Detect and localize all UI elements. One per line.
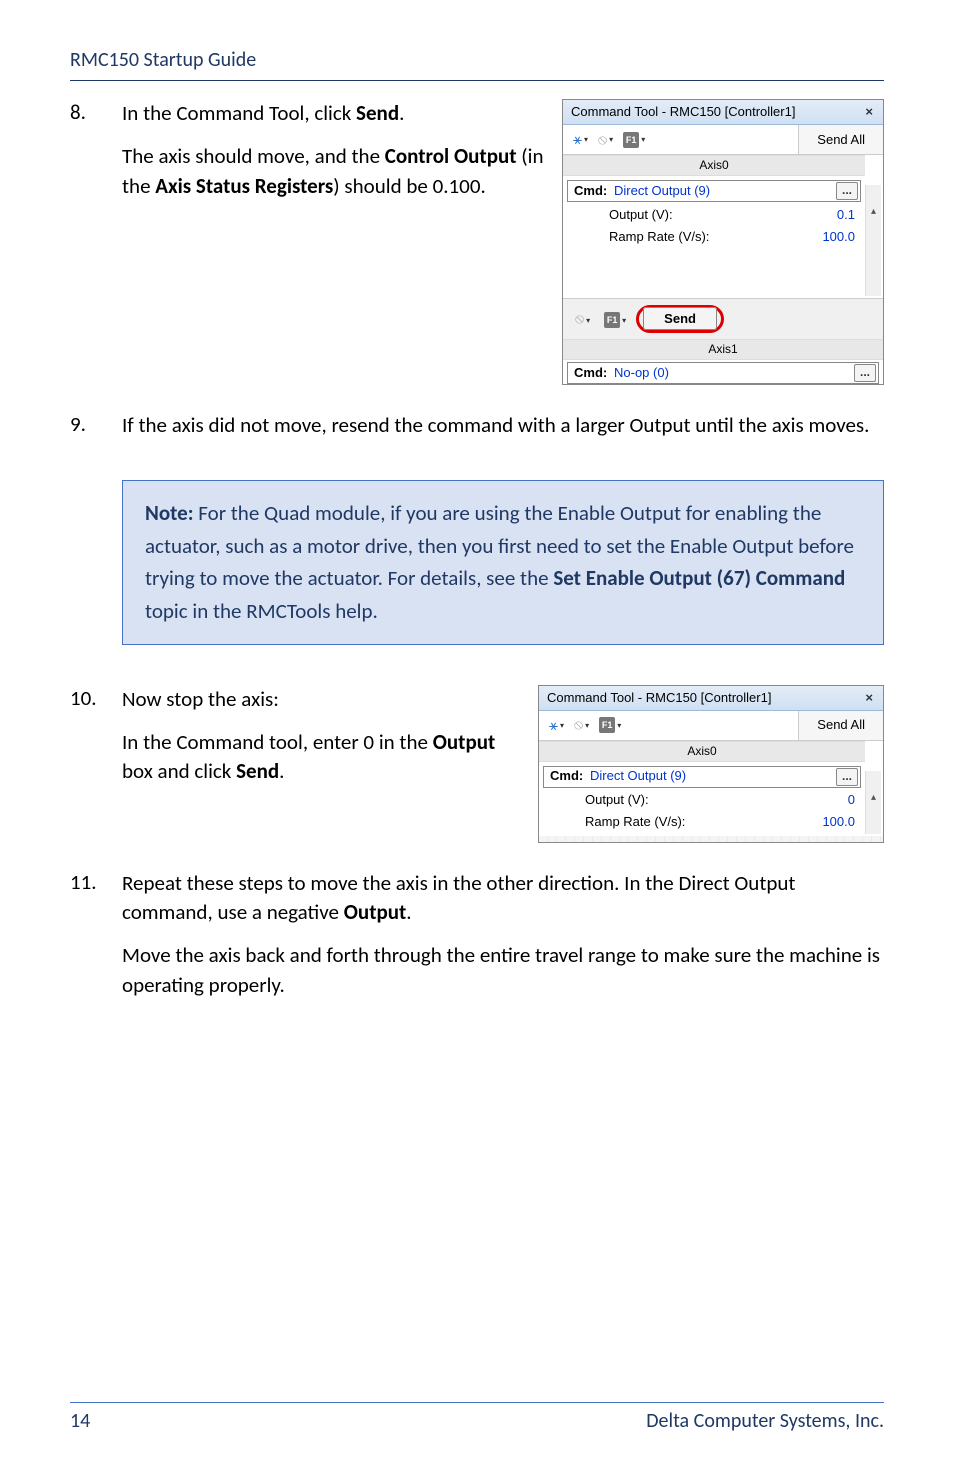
company-name: Delta Computer Systems, Inc. <box>646 1409 884 1433</box>
fkey-icon[interactable]: F1▾ <box>619 130 649 150</box>
step-8-line-2: The axis should move, and the Control Ou… <box>122 142 544 201</box>
step-number: 8. <box>70 99 122 385</box>
send-all-button[interactable]: Send All <box>798 711 883 740</box>
torn-edge <box>539 836 883 842</box>
fkey-icon[interactable]: F1▾ <box>595 715 625 735</box>
send-toolbar: ⦸▾ F1▾ Send <box>563 298 883 339</box>
output-value[interactable]: 0 <box>803 791 859 809</box>
output-value[interactable]: 0.1 <box>803 206 859 224</box>
doc-title: RMC150 Startup Guide <box>70 48 256 72</box>
page-number: 14 <box>70 1409 90 1433</box>
wand-icon[interactable]: ⚹▾ <box>545 713 568 738</box>
command-tool-panel-2: Command Tool - RMC150 [Controller1] × ⚹▾… <box>538 685 884 843</box>
step-9-text: If the axis did not move, resend the com… <box>122 411 884 440</box>
panel-toolbar: ⚹▾ ⦸▾ F1▾ Send All <box>563 125 883 155</box>
send-button[interactable]: Send <box>643 307 717 330</box>
panel-toolbar: ⚹▾ ⦸▾ F1▾ Send All <box>539 711 883 741</box>
note-label: Note: <box>145 500 194 526</box>
cmd2-name-link: No-op (0) <box>614 364 854 382</box>
step-10-line-1: Now stop the axis: <box>122 685 520 714</box>
axis1-header: Axis1 <box>563 339 883 360</box>
step-11-line-2: Move the axis back and forth through the… <box>122 941 884 1000</box>
step-9: 9. If the axis did not move, resend the … <box>70 411 884 454</box>
cmd2-ellipsis-button[interactable]: ... <box>854 364 876 382</box>
send-highlight-ring: Send <box>636 305 724 333</box>
page-footer: 14 Delta Computer Systems, Inc. <box>70 1402 884 1433</box>
step-number: 11. <box>70 869 122 1015</box>
scrollbar[interactable]: ▴ <box>865 771 881 834</box>
axis0-header: Axis0 <box>563 155 865 176</box>
close-icon[interactable]: × <box>863 689 875 707</box>
output-row: Output (V): 0.1 <box>563 204 865 226</box>
step-number: 10. <box>70 685 122 843</box>
stop-icon[interactable]: ⦸▾ <box>571 307 594 331</box>
step-8: 8. In the Command Tool, click Send. The … <box>70 99 884 385</box>
scrollbar[interactable]: ▴ <box>865 185 881 296</box>
step-10: 10. Now stop the axis: In the Command to… <box>70 685 884 843</box>
cmd-row[interactable]: Cmd: Direct Output (9) ... <box>543 766 861 788</box>
command-tool-panel-1: Command Tool - RMC150 [Controller1] × ⚹▾… <box>562 99 884 385</box>
ramp-row: Ramp Rate (V/s): 100.0 <box>563 226 865 248</box>
step-8-line-1: In the Command Tool, click Send. <box>122 99 544 128</box>
ramp-value[interactable]: 100.0 <box>803 228 859 246</box>
panel-title-bar: Command Tool - RMC150 [Controller1] × <box>539 686 883 711</box>
stop-icon[interactable]: ⦸▾ <box>570 713 593 737</box>
cmd-ellipsis-button[interactable]: ... <box>836 182 858 200</box>
panel-title: Command Tool - RMC150 [Controller1] <box>571 103 795 121</box>
cmd-row[interactable]: Cmd: Direct Output (9) ... <box>567 180 861 202</box>
cmd-name-link: Direct Output (9) <box>590 767 836 785</box>
panel-title: Command Tool - RMC150 [Controller1] <box>547 689 771 707</box>
page-content: 8. In the Command Tool, click Send. The … <box>0 81 954 1014</box>
page-header: RMC150 Startup Guide <box>70 0 884 81</box>
panel-title-bar: Command Tool - RMC150 [Controller1] × <box>563 100 883 125</box>
cmd-row-axis1[interactable]: Cmd: No-op (0) ... <box>567 362 879 384</box>
ramp-row: Ramp Rate (V/s): 100.0 <box>539 812 865 834</box>
output-row: Output (V): 0 <box>539 790 865 812</box>
cmd-name-link: Direct Output (9) <box>614 182 836 200</box>
ramp-value[interactable]: 100.0 <box>803 813 859 831</box>
step-number: 9. <box>70 411 122 454</box>
wand-icon[interactable]: ⚹▾ <box>569 127 592 152</box>
cmd-ellipsis-button[interactable]: ... <box>836 768 858 786</box>
close-icon[interactable]: × <box>863 103 875 121</box>
note-box: Note: For the Quad module, if you are us… <box>122 480 884 644</box>
step-11-line-1: Repeat these steps to move the axis in t… <box>122 869 884 928</box>
send-all-button[interactable]: Send All <box>798 125 883 154</box>
axis0-header: Axis0 <box>539 741 865 762</box>
stop-icon[interactable]: ⦸▾ <box>594 128 617 152</box>
step-11: 11. Repeat these steps to move the axis … <box>70 869 884 1015</box>
fkey-icon[interactable]: F1▾ <box>600 308 630 330</box>
step-10-line-2: In the Command tool, enter 0 in the Outp… <box>122 728 520 787</box>
